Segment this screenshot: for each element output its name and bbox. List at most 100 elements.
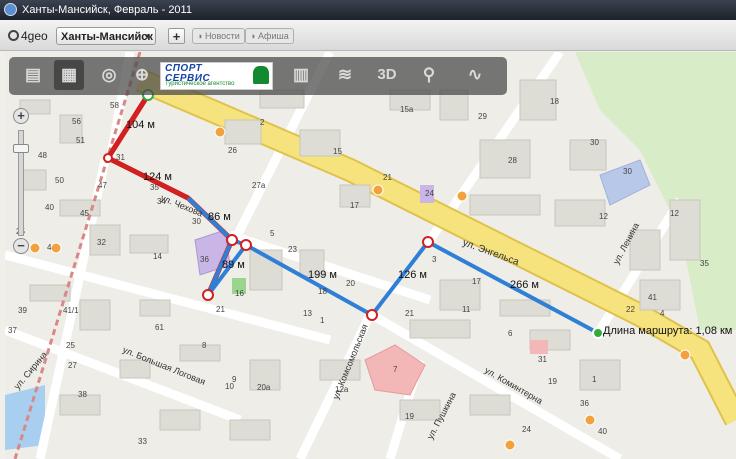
building-number: 17 xyxy=(350,201,359,210)
building-number: 19 xyxy=(405,412,414,421)
building-number: 3 xyxy=(432,255,437,264)
building-number: 30 xyxy=(590,138,599,147)
building-number: 58 xyxy=(110,101,119,110)
building-number: 12a xyxy=(335,385,349,394)
city-name: Ханты-Мансийск xyxy=(61,31,153,43)
building-number: 45 xyxy=(80,209,89,218)
building-number: 41/1 xyxy=(63,306,79,315)
map-view[interactable]: ул. Энгельса ул. Ленина ул. Комсомольска… xyxy=(5,52,736,459)
target-icon: ◎ xyxy=(101,65,117,84)
building-number: 4 xyxy=(660,309,665,318)
building-number: 40 xyxy=(45,203,54,212)
building-number: 12 xyxy=(599,212,608,221)
buildings-button[interactable]: ▥ xyxy=(286,60,316,90)
buildings-icon: ▥ xyxy=(292,65,310,84)
building-number: 30 xyxy=(192,217,201,226)
building-number: 6 xyxy=(508,329,513,338)
view-3d-button[interactable]: 3D xyxy=(372,60,402,90)
city-select[interactable]: Ханты-Мансийск ▼ xyxy=(56,27,156,45)
route-end-marker[interactable] xyxy=(592,327,604,339)
building-number: 32 xyxy=(97,238,106,247)
ad-subtitle: Туристическое агентство xyxy=(165,81,235,87)
building-number: 36 xyxy=(580,399,589,408)
building-number: 12 xyxy=(670,209,679,218)
building-number: 4 xyxy=(47,243,52,252)
horse-icon xyxy=(253,66,269,84)
route-segment-6: 126 м xyxy=(398,269,427,281)
building-number: 35 xyxy=(700,259,709,268)
building-number: 16 xyxy=(235,289,244,298)
zoom-slider-thumb[interactable] xyxy=(13,144,29,153)
building-number: 13 xyxy=(303,309,312,318)
tab-afisha-icon: ◑ xyxy=(250,31,258,41)
building-number: 38 xyxy=(78,390,87,399)
building-number: 21 xyxy=(405,309,414,318)
building-number: 26 xyxy=(228,146,237,155)
zoom-in-button[interactable]: + xyxy=(13,108,29,124)
building-number: 10 xyxy=(225,382,234,391)
building-number: 1 xyxy=(592,375,597,384)
building-number: 14 xyxy=(153,252,162,261)
building-number: 31 xyxy=(116,153,125,162)
building-number: 7 xyxy=(393,365,398,374)
building-number: 27a xyxy=(252,181,266,190)
route-segment-2: 124 м xyxy=(143,171,172,183)
building-number: 61 xyxy=(155,323,164,332)
tab-afisha-label: Афиша xyxy=(257,31,289,41)
places-button[interactable]: ⚲ xyxy=(414,60,444,90)
building-number: 1 xyxy=(320,316,325,325)
building-number: 31 xyxy=(538,355,547,364)
water-area xyxy=(5,385,45,450)
building-number: 23 xyxy=(288,245,297,254)
building-number: 15 xyxy=(333,147,342,156)
map-view-button[interactable]: ▦ xyxy=(54,60,84,90)
building-number: 19 xyxy=(548,377,557,386)
chevron-down-icon: ▼ xyxy=(143,32,151,41)
ad-banner[interactable]: СПОРТ СЕРВИС Туристическое агентство xyxy=(160,62,273,90)
building-number: 11 xyxy=(462,305,471,314)
places-icon: ⚲ xyxy=(422,65,436,84)
header-bar: 4geo Ханты-Мансийск ▼ + ◑ Новости ◑ Афиша xyxy=(0,20,736,51)
building-number: 25 xyxy=(66,341,75,350)
building-number: 41 xyxy=(648,293,657,302)
building-number: 17 xyxy=(472,277,481,286)
building-number: 24 xyxy=(522,425,531,434)
building-number: 33 xyxy=(138,437,147,446)
building-number: 20a xyxy=(257,383,271,392)
window-titlebar: Ханты-Мансийск, Февраль - 2011 xyxy=(0,0,736,20)
layers-button[interactable]: ≋ xyxy=(330,60,360,90)
route-button[interactable]: ∿ xyxy=(460,60,490,90)
target-button[interactable]: ◎ xyxy=(94,60,124,90)
window-title: Ханты-Мансийск, Февраль - 2011 xyxy=(22,4,192,16)
add-tab-button[interactable]: + xyxy=(168,28,185,44)
route-icon: ∿ xyxy=(467,65,483,84)
tab-news[interactable]: ◑ Новости xyxy=(192,28,245,44)
zoom-out-button[interactable]: − xyxy=(13,238,29,254)
tab-news-icon: ◑ xyxy=(197,31,205,41)
globe-icon xyxy=(8,30,19,41)
building-number: 50 xyxy=(55,176,64,185)
map-canvas[interactable]: ул. Энгельса ул. Ленина ул. Комсомольска… xyxy=(5,52,736,459)
route-segment-5: 199 м xyxy=(308,269,337,281)
app-icon xyxy=(4,3,17,16)
building-number: 22 xyxy=(626,305,635,314)
pin-icon: ⊕ xyxy=(134,65,150,84)
route-segment-7: 266 м xyxy=(510,279,539,291)
route-segment-1: 104 м xyxy=(126,119,155,131)
building-number: 37 xyxy=(8,326,17,335)
building-number: 24 xyxy=(425,189,434,198)
location-button[interactable]: ⊕ xyxy=(127,60,157,90)
print-button[interactable]: ▤ xyxy=(18,60,48,90)
building-number: 30 xyxy=(623,167,632,176)
building-30 xyxy=(530,340,548,354)
building-number: 48 xyxy=(38,151,47,160)
logo[interactable]: 4geo xyxy=(8,27,48,45)
building-number: 28 xyxy=(508,156,517,165)
building-number: 5 xyxy=(270,229,275,238)
building-number: 2 xyxy=(260,118,265,127)
building-number: 35 xyxy=(150,183,159,192)
building-number: 56 xyxy=(72,117,81,126)
tab-afisha[interactable]: ◑ Афиша xyxy=(245,28,294,44)
building-number: 20 xyxy=(346,279,355,288)
building-number: 29 xyxy=(478,112,487,121)
